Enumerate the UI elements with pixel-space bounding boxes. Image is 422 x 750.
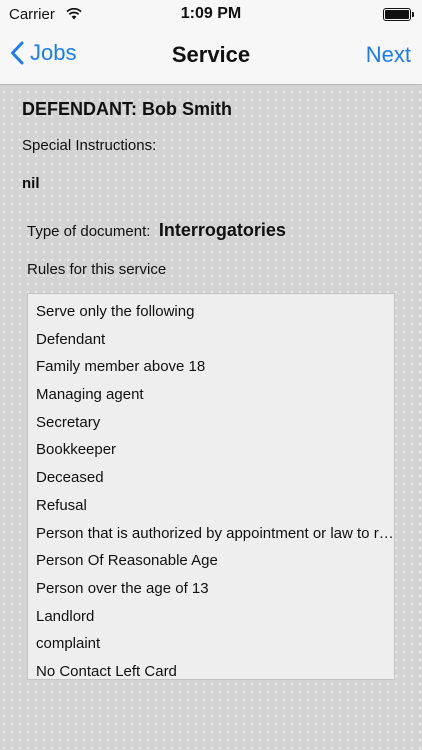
special-instructions-label: Special Instructions: — [22, 137, 157, 154]
document-type-row: Type of document: Interrogatories — [27, 220, 286, 241]
rule-item[interactable]: Family member above 18 — [28, 353, 394, 381]
rule-item[interactable]: Person Of Reasonable Age — [28, 547, 394, 575]
rules-list[interactable]: Serve only the following Defendant Famil… — [27, 293, 395, 680]
rule-item[interactable]: Person over the age of 13 — [28, 575, 394, 603]
rule-item[interactable]: Deceased — [28, 464, 394, 492]
rule-item[interactable]: Serve only the following — [28, 298, 394, 326]
rule-item[interactable]: No Contact Left Card — [28, 658, 394, 679]
status-time: 1:09 PM — [180, 5, 242, 22]
rule-item[interactable]: complaint — [28, 630, 394, 658]
rule-item[interactable]: Managing agent — [28, 381, 394, 409]
rule-item[interactable]: Person that is authorized by appointment… — [28, 520, 394, 548]
rule-item[interactable]: Landlord — [28, 603, 394, 631]
defendant-name: DEFENDANT: Bob Smith — [22, 99, 232, 119]
rules-label: Rules for this service — [27, 261, 167, 278]
rule-item[interactable]: Refusal — [28, 492, 394, 520]
next-button[interactable]: Next — [366, 42, 411, 68]
document-type-value: Interrogatories — [158, 220, 286, 240]
rule-item[interactable]: Defendant — [28, 326, 394, 354]
page-title: Service — [171, 42, 251, 67]
status-bar: Carrier 1:09 PM — [0, 0, 422, 30]
document-type-label: Type of document: — [27, 223, 151, 240]
rule-item[interactable]: Bookkeeper — [28, 436, 394, 464]
rule-item[interactable]: Secretary — [28, 409, 394, 437]
battery-icon — [383, 8, 414, 21]
special-instructions-value: nil — [22, 175, 40, 192]
navigation-bar: Jobs Service Next — [0, 30, 422, 85]
